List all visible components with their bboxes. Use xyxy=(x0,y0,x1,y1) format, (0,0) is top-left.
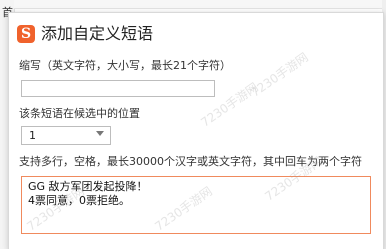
abbreviation-label: 缩写（英文字符，大小写，最长21个字符） xyxy=(19,59,231,72)
background-app-toolbar xyxy=(14,0,386,9)
sogou-logo-icon: S xyxy=(17,25,35,43)
content-line: 4票同意，0票拒绝。 xyxy=(28,194,130,207)
position-select-value: 1 xyxy=(29,129,36,142)
content-hint-label: 支持多行，空格，最长30000个汉字或英文字符，其中回车为两个字符 xyxy=(19,155,362,168)
custom-phrase-dialog: S 添加自定义短语 缩写（英文字符，大小写，最长21个字符） 该条短语在候选中的… xyxy=(8,12,384,249)
dialog-title: 添加自定义短语 xyxy=(41,24,154,43)
position-label: 该条短语在候选中的位置 xyxy=(19,107,140,120)
dialog-header[interactable]: S 添加自定义短语 xyxy=(9,13,383,53)
abbreviation-input[interactable] xyxy=(21,80,215,97)
chevron-down-icon[interactable] xyxy=(96,131,104,136)
phrase-content-textarea[interactable]: GG 敌方军团发起投降！ 4票同意，0票拒绝。 xyxy=(21,176,371,234)
position-select[interactable]: 1 xyxy=(21,126,111,145)
content-line: GG 敌方军团发起投降！ xyxy=(28,180,148,193)
